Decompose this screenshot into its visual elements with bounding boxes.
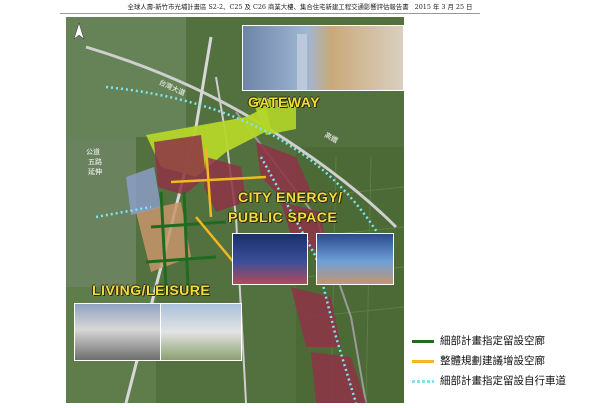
park-label-1: 公道 bbox=[86, 148, 100, 156]
gateway-zone-label: GATEWAY bbox=[248, 94, 320, 110]
park-label-2: 五路 bbox=[88, 158, 102, 166]
legend-label-reserved-space: 細部計畫指定留設空廊 bbox=[440, 335, 545, 347]
living-photo-right bbox=[160, 303, 242, 361]
legend-label-suggested-space: 整體規劃建議增設空廊 bbox=[440, 355, 545, 367]
reserved-space-swatch bbox=[412, 340, 434, 343]
park-label-3: 延伸 bbox=[88, 168, 102, 176]
document-date: 2015 年 3 月 25 日 bbox=[414, 3, 473, 11]
city-energy-photo-left bbox=[232, 233, 308, 285]
city-energy-zone-label: CITY ENERGY/ bbox=[238, 189, 343, 205]
bike-path-swatch bbox=[412, 380, 434, 383]
legend-label-bike-path: 細部計畫指定留設自行車道 bbox=[440, 375, 566, 387]
city-energy-photo-right bbox=[316, 233, 394, 285]
living-photo-left bbox=[74, 303, 162, 361]
legend-item-bike-path: 細部計畫指定留設自行車道 bbox=[410, 374, 596, 388]
document-title: 全球人壽-新竹市光埔計畫區 S2-2、C25 及 C26 商業大樓、集合住宅新建… bbox=[127, 3, 409, 11]
suggested-space-swatch bbox=[412, 360, 434, 363]
site-plan-map: GATEWAY CITY ENERGY/ PUBLIC SPACE LIVING… bbox=[66, 17, 404, 403]
header-rule bbox=[60, 13, 480, 14]
legend-item-suggested-space: 整體規劃建議增設空廊 bbox=[410, 354, 596, 368]
gateway-rendering-photo bbox=[242, 25, 404, 91]
gateway-tower-shape bbox=[297, 34, 307, 90]
legend-item-reserved-space: 細部計畫指定留設空廊 bbox=[410, 334, 596, 348]
page-header: 全球人壽-新竹市光埔計畫區 S2-2、C25 及 C26 商業大樓、集合住宅新建… bbox=[0, 0, 600, 14]
north-arrow-icon bbox=[73, 23, 85, 40]
public-space-zone-label: PUBLIC SPACE bbox=[228, 209, 338, 225]
living-leisure-zone-label: LIVING/LEISURE bbox=[92, 282, 211, 298]
